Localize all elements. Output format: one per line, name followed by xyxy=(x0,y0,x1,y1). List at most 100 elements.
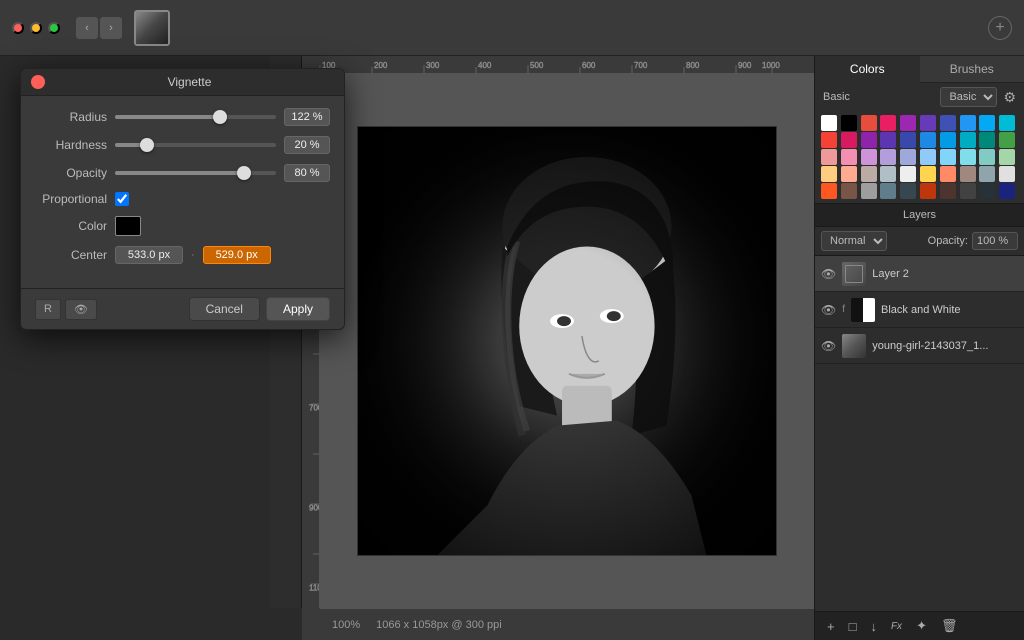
color-swatch-item[interactable] xyxy=(960,183,976,199)
dialog-body: Radius 122 % Hardness 20 % Opacity 80 % xyxy=(21,96,344,288)
color-swatch-item[interactable] xyxy=(880,132,896,148)
color-swatch-item[interactable] xyxy=(821,183,837,199)
center-y-input[interactable] xyxy=(203,246,271,264)
layer-item-bw[interactable]: 👁 f Black and White xyxy=(815,292,1024,328)
minimize-button[interactable] xyxy=(30,22,42,34)
color-swatch-item[interactable] xyxy=(861,149,877,165)
layer-item-photo[interactable]: 👁 young-girl-2143037_1... xyxy=(815,328,1024,364)
color-swatch-item[interactable] xyxy=(940,115,956,131)
close-button[interactable] xyxy=(12,22,24,34)
preset-dropdown[interactable]: Basic xyxy=(940,87,997,107)
color-swatch-item[interactable] xyxy=(979,149,995,165)
photo-visibility-icon[interactable]: 👁 xyxy=(821,339,836,353)
layer-item-layer2[interactable]: 👁 Layer 2 xyxy=(815,256,1024,292)
forward-button[interactable]: › xyxy=(100,17,122,39)
opacity-input[interactable] xyxy=(972,232,1018,250)
color-swatch-item[interactable] xyxy=(841,149,857,165)
proportional-checkbox[interactable] xyxy=(115,192,129,206)
color-swatch-item[interactable] xyxy=(960,132,976,148)
color-swatch[interactable] xyxy=(115,216,141,236)
canvas-wrapper[interactable] xyxy=(320,74,814,608)
apply-button[interactable]: Apply xyxy=(266,297,330,321)
opacity-thumb[interactable] xyxy=(237,166,251,180)
back-button[interactable]: ‹ xyxy=(76,17,98,39)
color-swatch-item[interactable] xyxy=(900,115,916,131)
color-swatch-item[interactable] xyxy=(999,149,1015,165)
adjust-button[interactable]: ✦ xyxy=(912,616,931,636)
color-swatch-item[interactable] xyxy=(920,132,936,148)
color-swatch-item[interactable] xyxy=(920,166,936,182)
layers-header: Layers xyxy=(815,204,1024,227)
color-swatch-item[interactable] xyxy=(880,166,896,182)
color-swatch-item[interactable] xyxy=(940,166,956,182)
color-swatch-item[interactable] xyxy=(960,115,976,131)
color-swatch-item[interactable] xyxy=(979,166,995,182)
color-swatch-item[interactable] xyxy=(940,132,956,148)
status-bar: 100% 1066 x 1058px @ 300 ppi xyxy=(320,608,814,640)
bw-visibility-icon[interactable]: 👁 xyxy=(821,303,836,317)
gear-button[interactable]: ⚙ xyxy=(1003,89,1016,106)
tab-brushes[interactable]: Brushes xyxy=(920,56,1024,83)
hardness-value[interactable]: 20 % xyxy=(284,136,330,154)
color-swatch-item[interactable] xyxy=(841,183,857,199)
blend-mode-dropdown[interactable]: Normal xyxy=(821,231,887,251)
radius-value[interactable]: 122 % xyxy=(284,108,330,126)
color-swatch-item[interactable] xyxy=(999,183,1015,199)
color-swatch-item[interactable] xyxy=(900,149,916,165)
color-swatch-item[interactable] xyxy=(999,115,1015,131)
color-swatch-item[interactable] xyxy=(999,166,1015,182)
color-swatch-item[interactable] xyxy=(880,149,896,165)
radius-row: Radius 122 % xyxy=(35,108,330,126)
color-swatch-item[interactable] xyxy=(999,132,1015,148)
opacity-slider[interactable] xyxy=(115,171,276,175)
export-layer-button[interactable]: ↓ xyxy=(866,617,881,636)
color-swatch-item[interactable] xyxy=(900,183,916,199)
document-thumbnail[interactable] xyxy=(134,10,170,46)
preview-button[interactable]: 👁 xyxy=(65,299,97,320)
color-swatch-item[interactable] xyxy=(821,115,837,131)
cancel-button[interactable]: Cancel xyxy=(189,297,260,321)
layer2-thumbnail xyxy=(842,262,866,286)
color-swatch-item[interactable] xyxy=(821,149,837,165)
color-swatch-item[interactable] xyxy=(920,149,936,165)
add-document-button[interactable]: + xyxy=(988,16,1012,40)
color-swatch-item[interactable] xyxy=(841,115,857,131)
color-swatch-item[interactable] xyxy=(979,132,995,148)
reset-button[interactable]: R xyxy=(35,299,61,320)
color-swatch-item[interactable] xyxy=(940,183,956,199)
maximize-button[interactable] xyxy=(48,22,60,34)
color-swatch-item[interactable] xyxy=(979,115,995,131)
color-swatch-item[interactable] xyxy=(861,166,877,182)
color-subbar: Basic Basic ⚙ xyxy=(815,83,1024,111)
color-swatch-item[interactable] xyxy=(880,115,896,131)
fx-button[interactable]: Fx xyxy=(887,619,906,634)
layer2-visibility-icon[interactable]: 👁 xyxy=(821,267,836,281)
new-group-button[interactable]: □ xyxy=(845,617,861,636)
color-swatch-item[interactable] xyxy=(920,183,936,199)
color-swatch-item[interactable] xyxy=(900,132,916,148)
add-layer-button[interactable]: + xyxy=(823,617,839,636)
color-swatch-item[interactable] xyxy=(821,166,837,182)
color-swatch-item[interactable] xyxy=(979,183,995,199)
color-swatch-item[interactable] xyxy=(960,149,976,165)
color-swatch-item[interactable] xyxy=(841,166,857,182)
delete-layer-button[interactable]: 🗑 xyxy=(937,616,962,636)
center-x-input[interactable] xyxy=(115,246,183,264)
color-swatch-item[interactable] xyxy=(841,132,857,148)
color-swatch-item[interactable] xyxy=(880,183,896,199)
color-swatch-item[interactable] xyxy=(861,132,877,148)
color-swatch-item[interactable] xyxy=(960,166,976,182)
tab-colors[interactable]: Colors xyxy=(815,56,920,83)
color-swatch-item[interactable] xyxy=(861,183,877,199)
color-swatch-item[interactable] xyxy=(861,115,877,131)
color-swatch-item[interactable] xyxy=(920,115,936,131)
dialog-close-button[interactable] xyxy=(31,75,45,89)
color-swatch-item[interactable] xyxy=(821,132,837,148)
opacity-value[interactable]: 80 % xyxy=(284,164,330,182)
hardness-thumb[interactable] xyxy=(140,138,154,152)
radius-thumb[interactable] xyxy=(213,110,227,124)
color-swatch-item[interactable] xyxy=(900,166,916,182)
color-swatch-item[interactable] xyxy=(940,149,956,165)
radius-slider[interactable] xyxy=(115,115,276,119)
hardness-slider[interactable] xyxy=(115,143,276,147)
